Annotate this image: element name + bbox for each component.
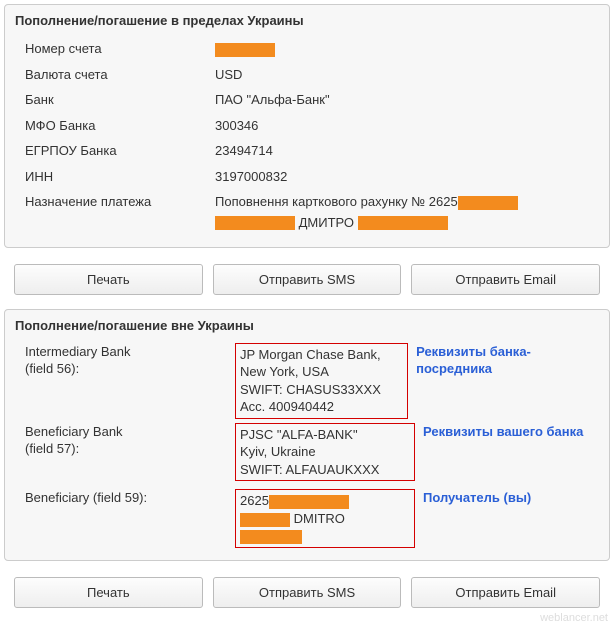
row-account-number: Номер счета	[5, 36, 609, 62]
beneficiary-prefix: 2625	[240, 493, 269, 508]
redacted-block	[215, 216, 295, 230]
purpose-label: Назначение платежа	[25, 192, 215, 234]
bank-value: ПАО "Альфа-Банк"	[215, 90, 599, 110]
panel-international: Пополнение/погашение вне Украины Interme…	[4, 309, 610, 561]
currency-value: USD	[215, 65, 599, 85]
currency-label: Валюта счета	[25, 65, 215, 85]
intermediary-bank-box: JP Morgan Chase Bank, New York, USA SWIF…	[235, 343, 408, 419]
purpose-value: Поповнення карткового рахунку № 2625 ДМИ…	[215, 192, 599, 234]
button-row-domestic: Печать Отправить SMS Отправить Email	[4, 258, 610, 309]
redacted-block	[240, 513, 290, 527]
send-sms-button[interactable]: Отправить SMS	[213, 264, 402, 295]
send-email-button[interactable]: Отправить Email	[411, 264, 600, 295]
beneficiary-annotation: Получатель (вы)	[423, 489, 531, 507]
redacted-block	[215, 43, 275, 57]
row-inn: ИНН 3197000832	[5, 164, 609, 190]
panel-international-title: Пополнение/погашение вне Украины	[5, 310, 609, 341]
purpose-text-1: Поповнення карткового рахунку № 2625	[215, 194, 458, 209]
redacted-block	[240, 530, 302, 544]
beneficiary-bank-annotation: Реквизиты вашего банка	[423, 423, 583, 441]
account-number-label: Номер счета	[25, 39, 215, 59]
row-egrpou: ЕГРПОУ Банка 23494714	[5, 138, 609, 164]
beneficiary-bank-line: SWIFT: ALFAUAUKXXX	[240, 461, 410, 479]
send-sms-button[interactable]: Отправить SMS	[213, 577, 402, 608]
row-currency: Валюта счета USD	[5, 62, 609, 88]
inn-label: ИНН	[25, 167, 215, 187]
intermediary-bank-label: Intermediary Bank (field 56):	[25, 343, 235, 378]
print-button[interactable]: Печать	[14, 264, 203, 295]
intermediary-annotation: Реквизиты банка-посредника	[416, 343, 599, 378]
panel-domestic-title: Пополнение/погашение в пределах Украины	[5, 5, 609, 36]
redacted-block	[269, 495, 349, 509]
egrpou-value: 23494714	[215, 141, 599, 161]
button-row-international: Печать Отправить SMS Отправить Email	[4, 571, 610, 622]
redacted-block	[358, 216, 448, 230]
beneficiary-bank-label: Beneficiary Bank (field 57):	[25, 423, 235, 458]
send-email-button[interactable]: Отправить Email	[411, 577, 600, 608]
print-button[interactable]: Печать	[14, 577, 203, 608]
row-intermediary-bank: Intermediary Bank (field 56): JP Morgan …	[5, 341, 609, 421]
egrpou-label: ЕГРПОУ Банка	[25, 141, 215, 161]
panel-domestic: Пополнение/погашение в пределах Украины …	[4, 4, 610, 248]
row-bank: Банк ПАО "Альфа-Банк"	[5, 87, 609, 113]
beneficiary-mid: DMITRO	[294, 511, 345, 526]
beneficiary-bank-line: Kyiv, Ukraine	[240, 443, 410, 461]
beneficiary-label: Beneficiary (field 59):	[25, 489, 235, 507]
intermediary-line: SWIFT: CHASUS33XXX	[240, 381, 403, 399]
beneficiary-bank-box: PJSC "ALFA-BANK" Kyiv, Ukraine SWIFT: AL…	[235, 423, 415, 482]
beneficiary-bank-line: PJSC "ALFA-BANK"	[240, 426, 410, 444]
bank-label: Банк	[25, 90, 215, 110]
intermediary-line: Acc. 400940442	[240, 398, 403, 416]
row-beneficiary: Beneficiary (field 59): 2625 DMITRO Полу…	[5, 483, 609, 550]
purpose-text-2: ДМИТРО	[299, 215, 354, 230]
mfo-label: МФО Банка	[25, 116, 215, 136]
intermediary-line: JP Morgan Chase Bank, New York, USA	[240, 346, 403, 381]
inn-value: 3197000832	[215, 167, 599, 187]
row-purpose: Назначение платежа Поповнення карткового…	[5, 189, 609, 237]
row-mfo: МФО Банка 300346	[5, 113, 609, 139]
row-beneficiary-bank: Beneficiary Bank (field 57): PJSC "ALFA-…	[5, 421, 609, 484]
account-number-value	[215, 39, 599, 59]
mfo-value: 300346	[215, 116, 599, 136]
redacted-block	[458, 196, 518, 210]
beneficiary-box: 2625 DMITRO	[235, 489, 415, 548]
